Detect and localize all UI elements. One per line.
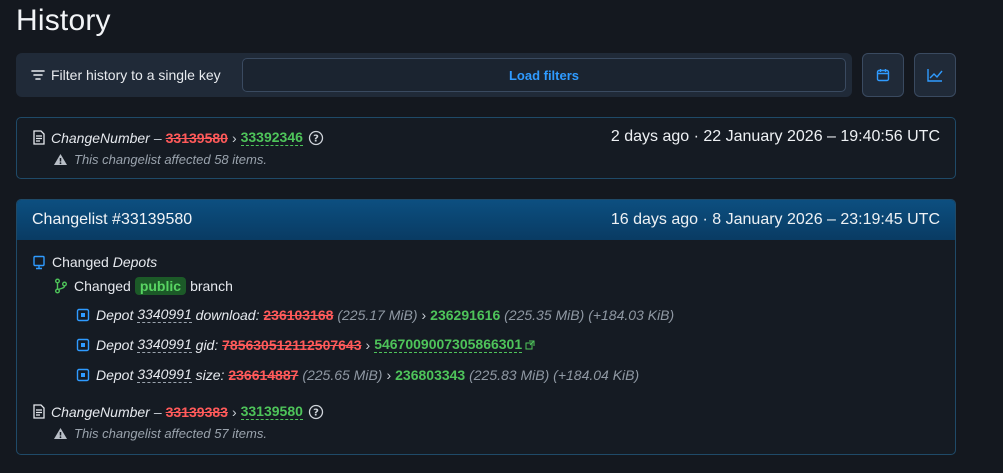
old-value: 33139383 xyxy=(165,403,228,420)
old-value: 236614887 xyxy=(228,366,299,383)
calendar-button[interactable] xyxy=(862,53,904,97)
changelist-date: 16 days ago · 8 January 2026 – 23:19:45 … xyxy=(610,211,940,228)
affected-row: This changelist affected 58 items. xyxy=(53,152,267,167)
depot-icon xyxy=(33,255,45,269)
external-link-icon[interactable] xyxy=(525,340,535,350)
depot-field: gid: xyxy=(195,336,219,353)
depot-item-icon xyxy=(76,308,90,321)
svg-text:?: ? xyxy=(313,133,319,144)
branch-row: Changed public branch xyxy=(54,277,233,295)
new-value: 236291616 xyxy=(430,306,501,323)
old-size: (225.17 MiB) xyxy=(337,306,418,323)
calendar-icon xyxy=(876,69,890,82)
new-size: (225.83 MiB) xyxy=(469,366,550,383)
depot-field: download: xyxy=(195,306,260,323)
changelist-header: Changelist #33139580 16 days ago · 8 Jan… xyxy=(17,200,955,240)
manifest-link[interactable]: 5467009007305866301 xyxy=(374,336,523,353)
filter-history-toggle[interactable]: Filter history to a single key xyxy=(16,67,242,83)
warning-icon xyxy=(54,154,67,165)
help-icon[interactable]: ? xyxy=(308,404,324,420)
affected-text: This changelist affected 57 items. xyxy=(74,426,267,441)
depot-id-link[interactable]: 3340991 xyxy=(137,306,192,323)
filter-icon xyxy=(31,70,45,80)
old-value: 236103168 xyxy=(263,306,334,323)
arrow: › xyxy=(231,403,237,420)
new-value: 236803343 xyxy=(395,366,466,383)
svg-text:?: ? xyxy=(313,407,319,418)
branch-changed-label: Changed xyxy=(74,278,131,294)
key-name: ChangeNumber xyxy=(51,129,150,146)
depot-change-row: Depot 3340991 download: 236103168 (225.1… xyxy=(76,306,674,323)
branch-word: branch xyxy=(190,278,233,294)
document-icon xyxy=(33,404,45,419)
affected-row: This changelist affected 57 items. xyxy=(53,426,267,441)
depot-prefix: Depot xyxy=(96,366,134,383)
changed-depots-row: Changed Depots xyxy=(32,254,157,270)
depot-prefix: Depot xyxy=(96,336,134,353)
help-icon[interactable]: ? xyxy=(308,130,324,146)
depot-change-row: Depot 3340991 size: 236614887 (225.65 Mi… xyxy=(76,366,639,383)
chart-line-icon xyxy=(927,69,943,82)
filter-bar: Filter history to a single key Load filt… xyxy=(16,53,852,97)
depot-id-link[interactable]: 3340991 xyxy=(137,366,192,383)
entry-date: 2 days ago · 22 January 2026 – 19:40:56 … xyxy=(610,128,940,145)
affected-text: This changelist affected 58 items. xyxy=(74,152,267,167)
warning-icon xyxy=(54,428,67,439)
load-filters-button[interactable]: Load filters xyxy=(242,58,846,92)
key-name: ChangeNumber xyxy=(51,403,150,420)
branch-icon xyxy=(55,278,67,294)
change-number-row: ChangeNumber – 33139580 › 33392346 ? xyxy=(32,129,324,146)
arrow: › xyxy=(421,306,427,323)
page-title: History xyxy=(16,4,111,37)
chart-button[interactable] xyxy=(914,53,956,97)
depot-prefix: Depot xyxy=(96,306,134,323)
old-value: 33139580 xyxy=(165,129,228,146)
depot-item-icon xyxy=(76,368,90,381)
dash: – xyxy=(153,403,162,420)
arrow: › xyxy=(386,366,392,383)
document-icon xyxy=(33,130,45,145)
arrow: › xyxy=(231,129,237,146)
depot-change-row: Depot 3340991 gid: 785630512112507643 › … xyxy=(76,336,535,353)
change-number-row: ChangeNumber – 33139383 › 33139580 ? xyxy=(32,403,324,420)
changed-label: Changed xyxy=(52,254,109,270)
depot-item-icon xyxy=(76,338,90,351)
changed-target: Depots xyxy=(112,254,158,270)
history-entry: ChangeNumber – 33139580 › 33392346 ? Thi… xyxy=(16,117,956,179)
new-value-link[interactable]: 33392346 xyxy=(240,129,303,146)
size-diff: (+184.04 KiB) xyxy=(553,366,640,383)
old-size: (225.65 MiB) xyxy=(302,366,383,383)
depot-field: size: xyxy=(195,366,225,383)
new-value-link[interactable]: 33139580 xyxy=(240,403,303,420)
old-value: 785630512112507643 xyxy=(222,336,362,353)
changelist-title[interactable]: Changelist #33139580 xyxy=(32,211,192,229)
filter-label: Filter history to a single key xyxy=(51,67,221,83)
branch-badge: public xyxy=(134,277,187,295)
dash: – xyxy=(153,129,162,146)
depot-id-link[interactable]: 3340991 xyxy=(137,336,192,353)
changelist-card: Changelist #33139580 16 days ago · 8 Jan… xyxy=(16,199,956,455)
arrow: › xyxy=(365,336,371,353)
size-diff: (+184.03 KiB) xyxy=(588,306,675,323)
new-size: (225.35 MiB) xyxy=(504,306,585,323)
